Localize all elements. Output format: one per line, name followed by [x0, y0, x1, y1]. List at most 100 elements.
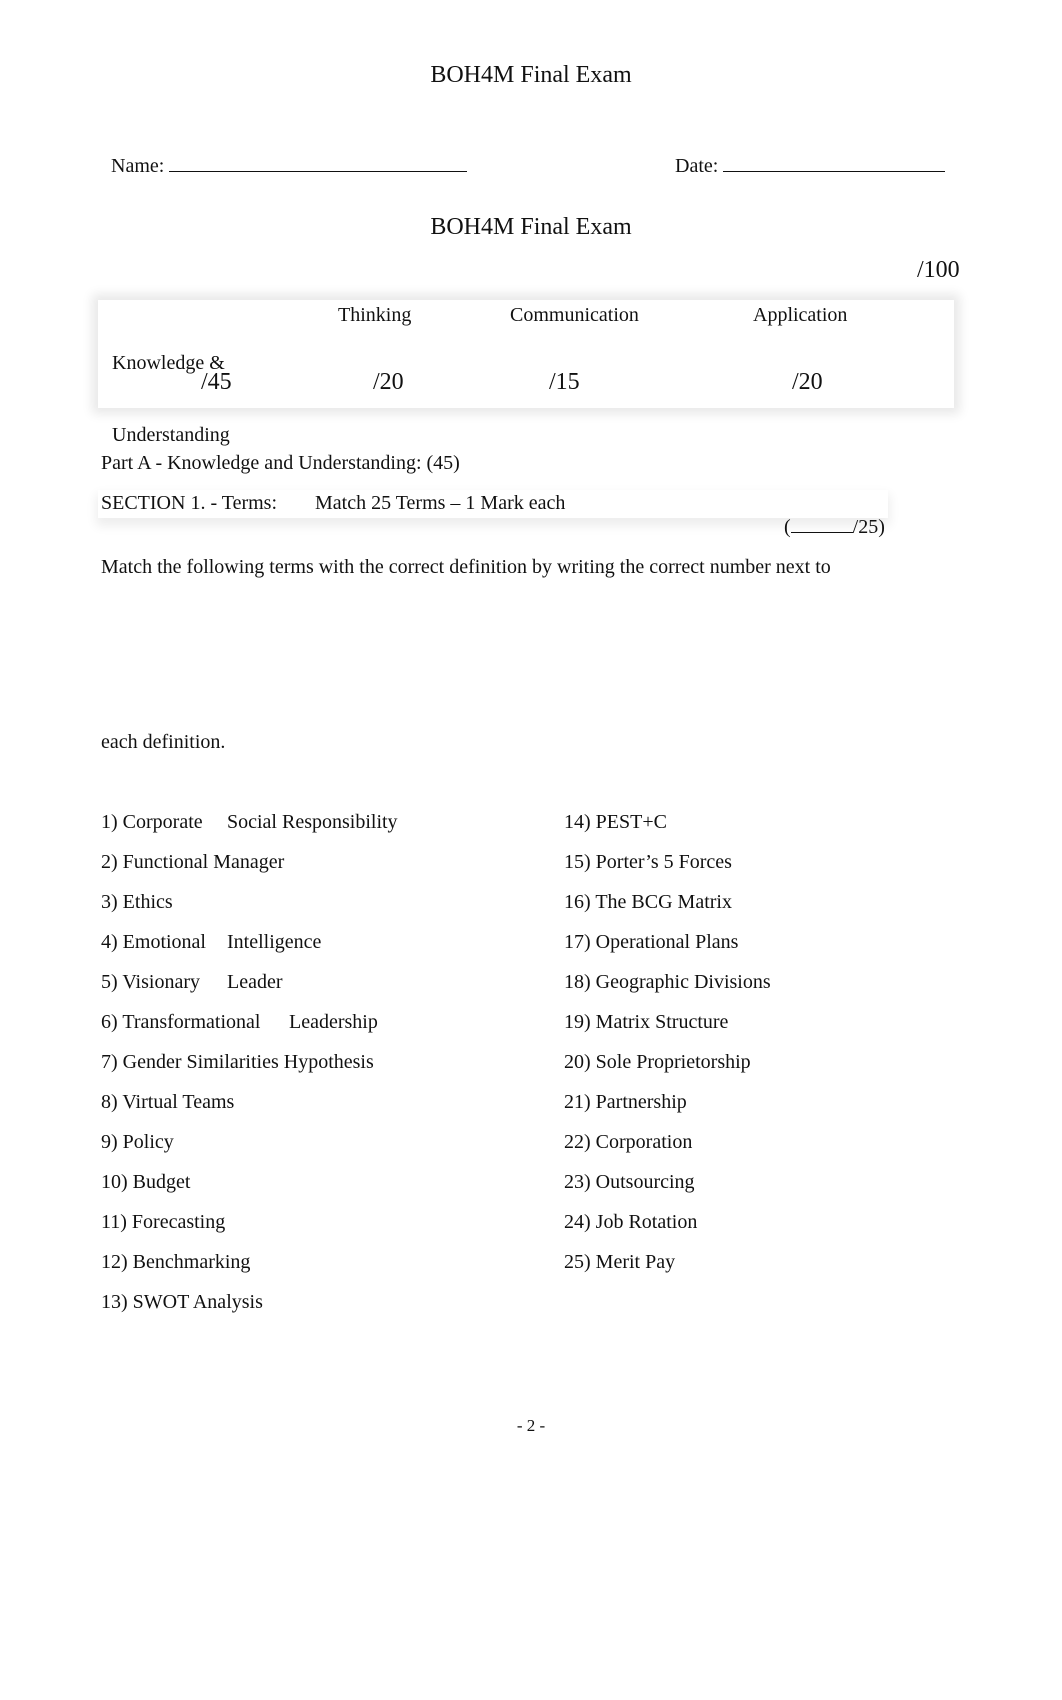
- term-item: 17) Operational Plans: [564, 930, 738, 954]
- category-label: Understanding: [112, 424, 230, 446]
- score-max-application: /20: [792, 369, 823, 395]
- term-item: 3) Ethics: [101, 890, 173, 914]
- term-item: 9) Policy: [101, 1130, 174, 1154]
- total-score: /100: [917, 257, 960, 283]
- term-text: Forecasting: [131, 1211, 226, 1233]
- term-item: 21) Partnership: [564, 1090, 687, 1114]
- term-text-continued: Intelligence: [227, 931, 322, 953]
- term-item: 11) Forecasting: [101, 1210, 225, 1234]
- term-number: 20): [564, 1051, 591, 1073]
- term-number: 8): [101, 1091, 118, 1113]
- document-title: BOH4M Final Exam: [430, 62, 632, 88]
- name-blank-line[interactable]: [169, 170, 468, 172]
- term-text: Corporation: [595, 1131, 693, 1153]
- term-text: Geographic Divisions: [595, 971, 771, 993]
- term-item: 6) Transformational: [101, 1010, 260, 1034]
- instruction-line-1: Match the following terms with the corre…: [101, 556, 831, 578]
- term-number: 9): [101, 1131, 118, 1153]
- term-text-continued: Social Responsibility: [227, 811, 398, 833]
- term-item: 15) Porter’s 5 Forces: [564, 850, 732, 874]
- page-number: - 2 -: [516, 1416, 546, 1435]
- section-description: Match 25 Terms – 1 Mark each: [315, 492, 566, 514]
- term-number: 5): [101, 971, 118, 993]
- date-field[interactable]: Date:: [665, 130, 946, 178]
- term-text: Budget: [132, 1171, 191, 1193]
- term-number: 24): [564, 1211, 591, 1233]
- term-text: Matrix Structure: [595, 1011, 729, 1033]
- term-item: 18) Geographic Divisions: [564, 970, 771, 994]
- date-label: Date:: [675, 155, 724, 177]
- term-item: 8) Virtual Teams: [101, 1090, 234, 1114]
- date-blank-line[interactable]: [723, 170, 946, 172]
- term-item: 23) Outsourcing: [564, 1170, 695, 1194]
- term-item: 14) PEST+C: [564, 810, 667, 834]
- term-text: Corporate: [122, 811, 203, 833]
- term-number: 11): [101, 1211, 127, 1233]
- part-a-heading: Part A - Knowledge and Understanding: (4…: [101, 452, 460, 474]
- term-text: Job Rotation: [595, 1211, 698, 1233]
- term-item: 7) Gender Similarities Hypothesis: [101, 1050, 374, 1074]
- term-number: 21): [564, 1091, 591, 1113]
- term-number: 7): [101, 1051, 118, 1073]
- instruction-line-2: each definition.: [101, 731, 226, 753]
- term-text-continued: Leadership: [289, 1011, 378, 1033]
- score-max-thinking: /20: [373, 369, 404, 395]
- name-field[interactable]: Name:: [101, 130, 468, 178]
- term-item: 19) Matrix Structure: [564, 1010, 728, 1034]
- term-number: 3): [101, 891, 118, 913]
- term-text: Benchmarking: [132, 1251, 251, 1273]
- term-item: 13) SWOT Analysis: [101, 1290, 263, 1314]
- score-category-communication: Communication: [510, 304, 639, 326]
- term-number: 13): [101, 1291, 128, 1313]
- term-text: SWOT Analysis: [132, 1291, 263, 1313]
- section-label: SECTION 1. - Terms:: [101, 492, 277, 514]
- score-max-knowledge: /45: [201, 369, 232, 395]
- term-number: 2): [101, 851, 118, 873]
- score-category-thinking: Thinking: [338, 304, 412, 326]
- term-number: 18): [564, 971, 591, 993]
- term-number: 15): [564, 851, 591, 873]
- term-text: Sole Proprietorship: [595, 1051, 751, 1073]
- term-number: 25): [564, 1251, 591, 1273]
- term-item: 4) Emotional: [101, 930, 206, 954]
- term-text: Ethics: [122, 891, 173, 913]
- term-text: PEST+C: [595, 811, 667, 833]
- term-number: 4): [101, 931, 118, 953]
- score-breakdown-box: Knowledge & Understanding Thinking Commu…: [98, 300, 954, 446]
- term-text: Operational Plans: [595, 931, 739, 953]
- term-item: 2) Functional Manager: [101, 850, 284, 874]
- term-text: The BCG Matrix: [595, 891, 732, 913]
- name-label: Name:: [111, 155, 170, 177]
- term-number: 1): [101, 811, 118, 833]
- term-number: 19): [564, 1011, 591, 1033]
- section-score-open: (: [784, 516, 791, 538]
- term-text: Visionary: [122, 971, 200, 993]
- term-text-continued: Leader: [227, 971, 283, 993]
- term-text: Porter’s 5 Forces: [595, 851, 732, 873]
- term-text: Emotional: [122, 931, 206, 953]
- term-text: Functional Manager: [122, 851, 285, 873]
- score-category-application: Application: [753, 304, 848, 326]
- term-item: 5) Visionary: [101, 970, 200, 994]
- term-number: 14): [564, 811, 591, 833]
- term-text: Partnership: [595, 1091, 687, 1113]
- term-number: 16): [564, 891, 591, 913]
- term-number: 10): [101, 1171, 128, 1193]
- term-item: 1) Corporate: [101, 810, 203, 834]
- section-score-total: /25): [852, 516, 885, 538]
- term-item: 25) Merit Pay: [564, 1250, 675, 1274]
- term-item: 10) Budget: [101, 1170, 190, 1194]
- term-text: Outsourcing: [595, 1171, 695, 1193]
- section-score-blank[interactable]: [790, 531, 853, 533]
- term-text: Gender Similarities Hypothesis: [122, 1051, 374, 1073]
- term-text: Virtual Teams: [122, 1091, 235, 1113]
- term-text: Transformational: [122, 1011, 261, 1033]
- term-item: 22) Corporation: [564, 1130, 692, 1154]
- term-number: 22): [564, 1131, 591, 1153]
- exam-subtitle: BOH4M Final Exam: [430, 214, 632, 240]
- term-item: 12) Benchmarking: [101, 1250, 250, 1274]
- section-score: ( /25): [774, 491, 885, 539]
- term-number: 17): [564, 931, 591, 953]
- term-number: 6): [101, 1011, 118, 1033]
- term-item: 20) Sole Proprietorship: [564, 1050, 751, 1074]
